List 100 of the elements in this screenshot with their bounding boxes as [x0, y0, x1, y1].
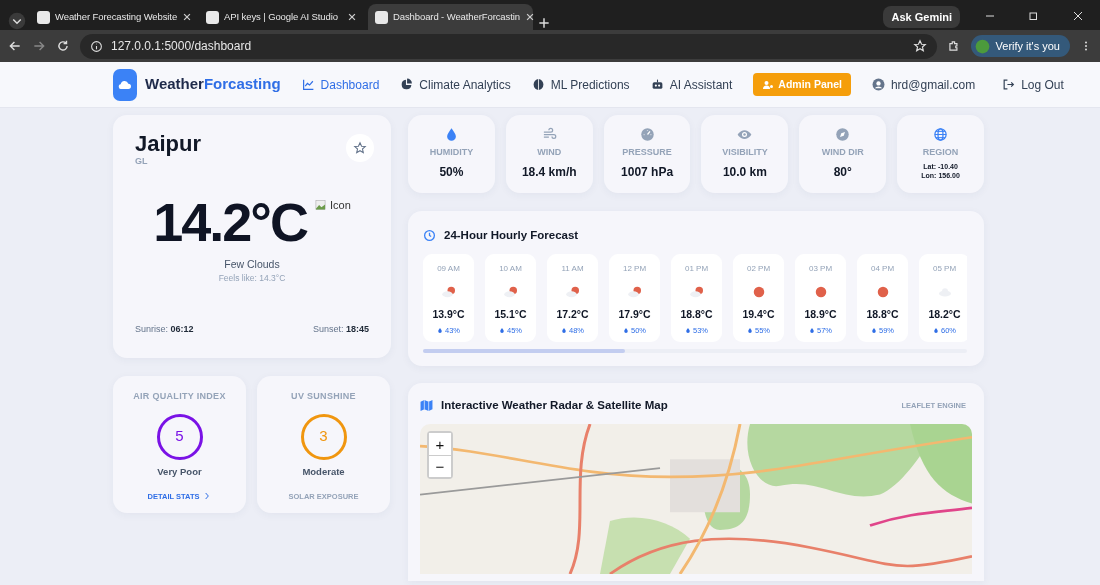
info-icon: [90, 39, 103, 53]
city-name: Jaipur: [135, 133, 202, 155]
stat-value: 50%: [438, 163, 465, 181]
droplet-icon: [933, 327, 939, 335]
browser-tab[interactable]: Weather Forecasting Website: [30, 4, 195, 30]
hour-temperature: 17.2°C: [555, 307, 590, 323]
gauge-icon: [639, 127, 655, 142]
favicon-icon: [37, 10, 50, 24]
sunrise-text: Sunrise: 06:12: [135, 323, 194, 336]
avatar-icon: [974, 38, 990, 54]
close-icon[interactable]: [182, 12, 193, 22]
stat-label: HUMIDITY: [428, 146, 475, 159]
stat-value: 18.4 km/h: [520, 163, 578, 181]
user-icon: [871, 78, 885, 91]
stat-label: REGION: [921, 146, 960, 159]
hour-label: 01 PM: [683, 263, 710, 276]
hour-label: 05 PM: [931, 263, 958, 276]
rating-text: Moderate: [301, 464, 346, 479]
forward-icon[interactable]: [32, 39, 46, 53]
hour-temperature: 19.4°C: [741, 307, 776, 323]
hour-label: 04 PM: [869, 263, 896, 276]
image-alt-text: Icon: [329, 197, 351, 213]
close-icon[interactable]: [1072, 10, 1084, 22]
stat-label: WIND: [536, 146, 563, 159]
close-icon[interactable]: [347, 12, 357, 22]
temperature: 14.2°C: [153, 194, 307, 249]
gauge-ring: 3: [300, 413, 347, 460]
condition-text: Few Clouds: [223, 256, 281, 272]
gauge-title: UV SUNSHINE: [290, 390, 357, 403]
droplet-icon: [747, 327, 753, 335]
favicon-icon: [206, 10, 219, 24]
gauge-ring: 5: [156, 413, 203, 460]
droplet-icon: [809, 327, 815, 335]
close-icon[interactable]: [524, 12, 535, 22]
droplet-icon: [623, 327, 629, 335]
star-icon[interactable]: [912, 39, 927, 53]
sunset-text: Sunset: 18:45: [312, 323, 369, 336]
star-icon: [353, 141, 367, 155]
stat-label: PRESSURE: [621, 146, 673, 159]
ask-gemini-button[interactable]: Ask Gemini: [883, 5, 960, 28]
hour-label: 12 PM: [621, 263, 648, 276]
browser-tab[interactable]: Dashboard - WeatherForcastin: [368, 4, 533, 30]
compass-icon: [835, 127, 851, 142]
brain-icon: [531, 78, 545, 91]
profile-button[interactable]: Verify it's you: [970, 34, 1070, 58]
scrollbar-thumb[interactable]: [423, 349, 625, 354]
tab-list-icon[interactable]: [8, 12, 26, 30]
stat-value: 80°: [832, 163, 853, 181]
hour-temperature: 18.9°C: [803, 307, 838, 323]
nav-link[interactable]: Climate Analytics: [400, 75, 511, 94]
hour-temperature: 18.8°C: [865, 307, 900, 323]
globe-icon: [933, 127, 949, 142]
hour-label: 09 AM: [436, 263, 461, 276]
clock-icon: [423, 229, 436, 243]
zoom-out-button[interactable]: −: [429, 455, 451, 478]
droplet-icon: [437, 327, 443, 335]
browser-tab[interactable]: API keys | Google AI Studio: [199, 4, 364, 30]
reload-icon[interactable]: [56, 39, 70, 53]
logo-icon[interactable]: [113, 68, 137, 101]
address-bar[interactable]: 127.0.0.1:5000/dashboard: [80, 33, 937, 59]
gauge-title: AIR QUALITY INDEX: [132, 390, 227, 403]
wind-icon: [541, 127, 557, 142]
logout-link[interactable]: Log Out: [1002, 75, 1064, 94]
new-tab-icon[interactable]: [537, 16, 551, 30]
logout-icon: [1002, 78, 1016, 91]
nav-link[interactable]: AI Assistant: [650, 75, 733, 94]
droplet-icon: [871, 327, 877, 335]
user-email: hrd@gmail.com: [890, 76, 976, 94]
hour-temperature: 18.2°C: [927, 307, 962, 323]
section-title: Interactive Weather Radar & Satellite Map: [441, 398, 668, 413]
droplet-icon: [685, 327, 691, 335]
favorite-button[interactable]: [346, 134, 374, 162]
hour-temperature: 13.9°C: [431, 307, 466, 323]
broken-image-icon: [314, 198, 326, 211]
hour-label: 02 PM: [745, 263, 772, 276]
restore-icon[interactable]: [1028, 10, 1040, 22]
brand-name[interactable]: WeatherForcasting: [145, 73, 281, 96]
nav-link[interactable]: ML Predictions: [531, 75, 630, 94]
eye-icon: [737, 127, 753, 142]
rating-text: Very Poor: [156, 464, 203, 479]
back-icon[interactable]: [8, 39, 22, 53]
hour-label: 03 PM: [807, 263, 834, 276]
stat-value: 1007 hPa: [620, 163, 675, 181]
robot-icon: [650, 78, 664, 91]
nav-link[interactable]: Dashboard: [301, 75, 380, 94]
pie-chart-icon: [400, 78, 414, 91]
stat-label: WIND DIR: [820, 146, 865, 159]
user-gear-icon: [762, 78, 775, 91]
stat-value: 10.0 km: [721, 163, 768, 181]
country-code: GL: [135, 156, 149, 168]
hour-temperature: 17.9°C: [617, 307, 652, 323]
hour-temperature: 18.8°C: [679, 307, 714, 323]
chart-icon: [301, 78, 315, 91]
droplet-icon: [561, 327, 567, 335]
feels-like-text: Feels like: 14.3°C: [217, 272, 287, 285]
extensions-icon[interactable]: [946, 39, 961, 53]
favicon-icon: [375, 10, 388, 24]
hour-label: 10 AM: [498, 263, 523, 276]
hour-label: 11 AM: [560, 263, 585, 276]
droplet-icon: [499, 327, 505, 335]
